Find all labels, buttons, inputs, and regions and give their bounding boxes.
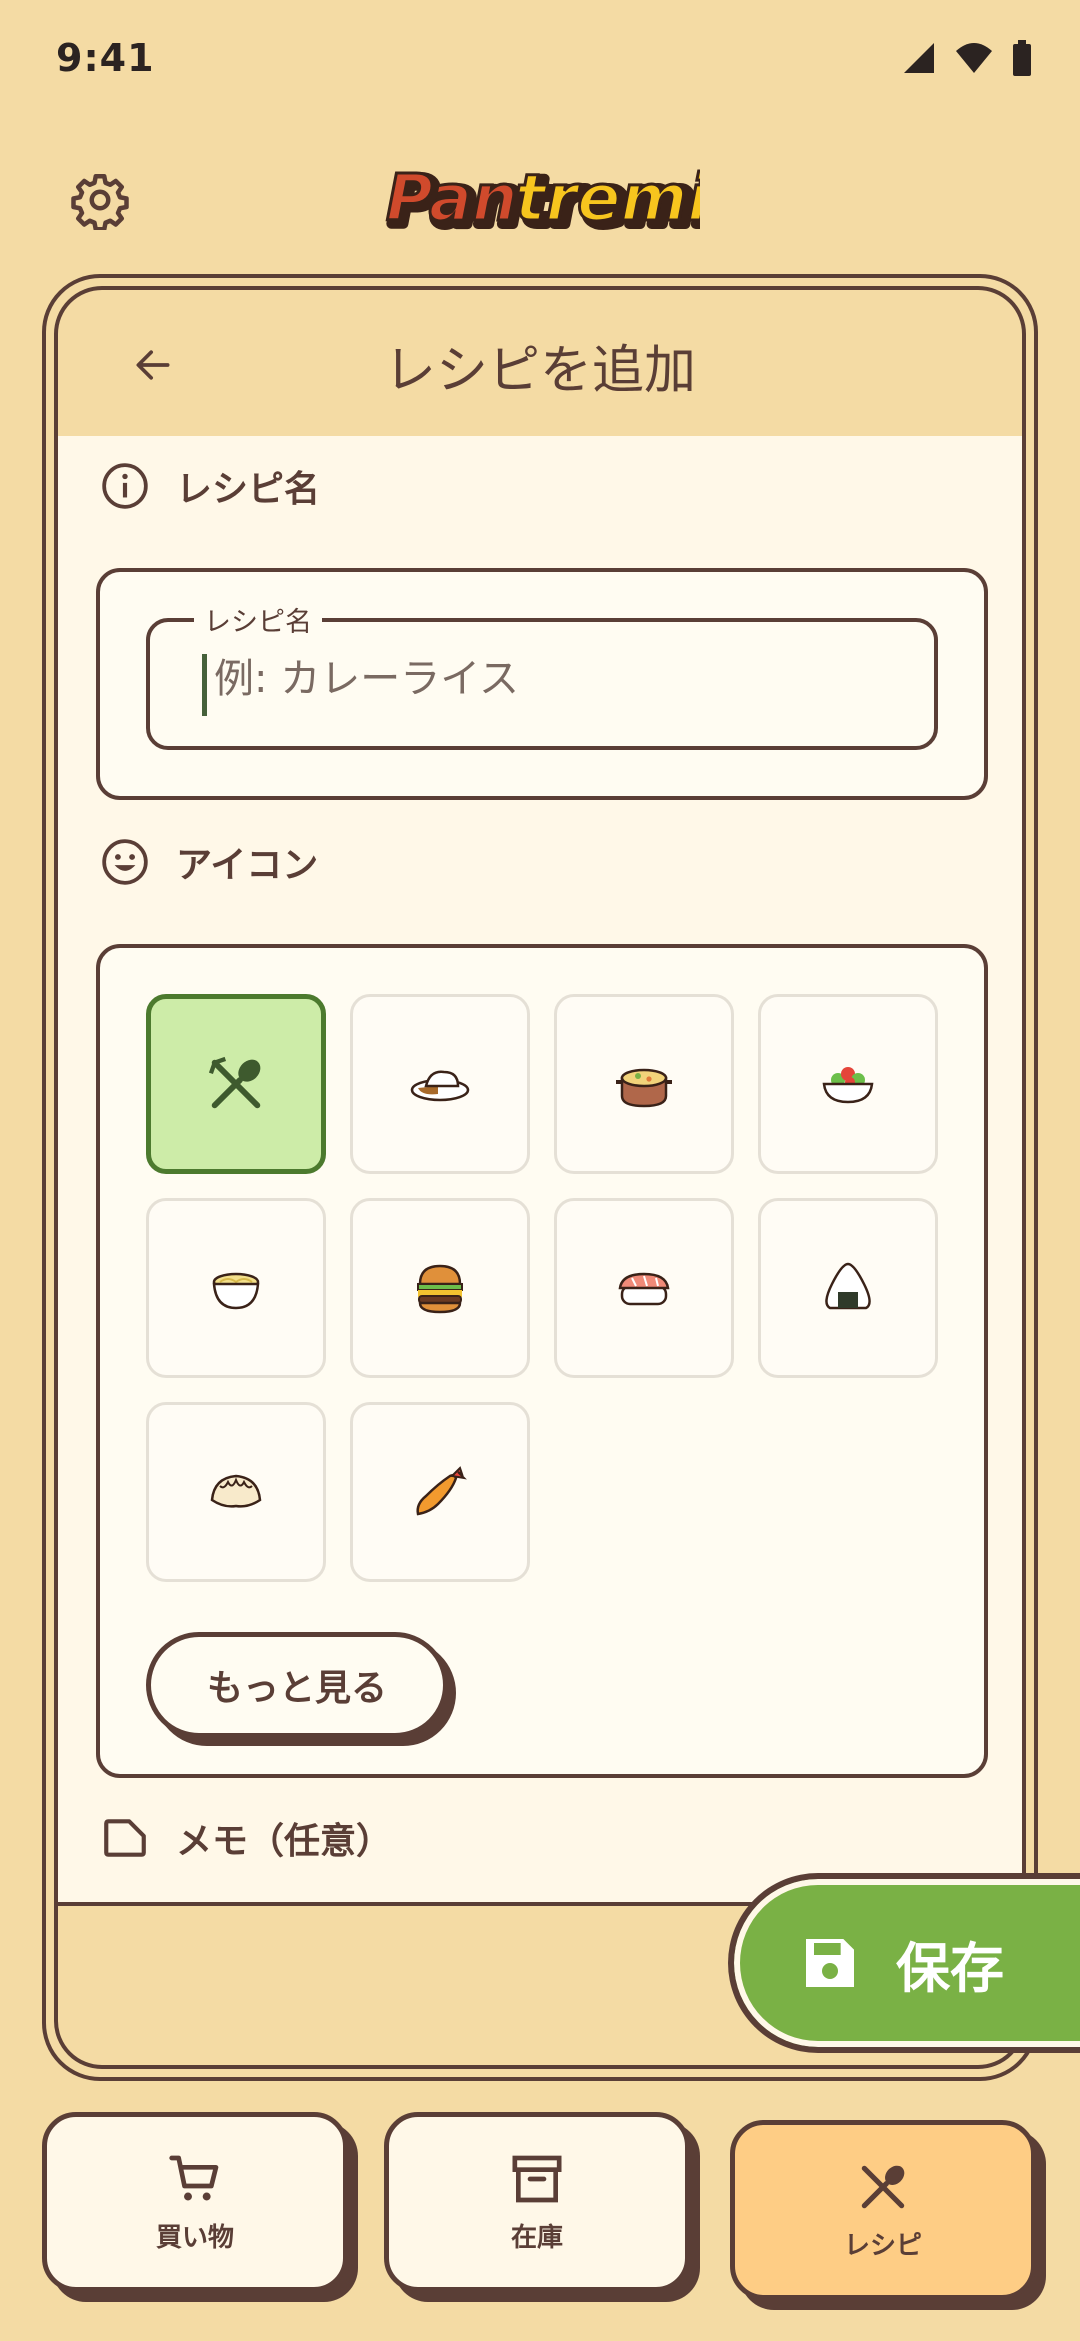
gyoza-icon: [210, 1474, 262, 1508]
page-title: レシピを追加: [383, 341, 696, 401]
recipe-name-section-label: レシピ名: [100, 460, 320, 512]
nav-label-inventory: 在庫: [510, 2222, 563, 2253]
memo-label: メモ（任意）: [176, 1821, 393, 1862]
text-cursor: [202, 654, 207, 716]
archive-icon: [512, 2155, 562, 2202]
info-icon: [102, 463, 148, 509]
save-label: 保存: [896, 1936, 1004, 2000]
signal-icon: [904, 43, 934, 73]
save-icon: [806, 1939, 854, 1987]
icon-label: アイコン: [176, 845, 319, 886]
hamburger-icon: [417, 1264, 463, 1314]
onigiri-icon: [825, 1262, 871, 1310]
note-icon: [104, 1819, 146, 1857]
icon-option-fried-shrimp[interactable]: [350, 1402, 530, 1582]
recipe-name-label: レシピ名: [176, 469, 321, 510]
app-logo: Pantremix Pan tremix: [380, 150, 764, 250]
icon-picker-panel: もっと見る: [96, 944, 988, 1778]
battery-icon: [1013, 40, 1031, 76]
wifi-icon: [956, 43, 992, 73]
nav-label-shopping: 買い物: [155, 2222, 234, 2253]
memo-section-label: メモ（任意）: [100, 1812, 392, 1864]
nav-item-shopping[interactable]: 買い物: [42, 2112, 348, 2292]
nav-label-recipe: レシピ: [843, 2230, 922, 2261]
recipe-name-panel: レシピ名: [96, 568, 988, 800]
nav-item-recipe[interactable]: レシピ: [730, 2120, 1036, 2300]
show-more-button[interactable]: もっと見る: [146, 1632, 448, 1738]
nav-item-inventory[interactable]: 在庫: [384, 2112, 690, 2292]
icon-option-fork-and-spoon[interactable]: [146, 994, 326, 1174]
cart-icon: [169, 2155, 219, 2200]
gear-icon: [71, 174, 129, 230]
icon-option-curry-rice[interactable]: [350, 994, 530, 1174]
salad-icon: [822, 1067, 874, 1104]
icon-option-onigiri[interactable]: [758, 1198, 938, 1378]
settings-button[interactable]: [66, 166, 134, 234]
status-time: 9:41: [56, 36, 155, 80]
ramen-icon: [212, 1272, 260, 1310]
svg-text:Pan: Pan: [386, 162, 518, 236]
icon-option-hamburger[interactable]: [350, 1198, 530, 1378]
fork-and-spoon-icon: [208, 1056, 261, 1109]
icon-option-stew[interactable]: [554, 994, 734, 1174]
recipe-name-input[interactable]: [214, 656, 914, 702]
status-icons: [902, 40, 1032, 76]
card-header: レシピを追加: [58, 290, 1022, 436]
sushi-icon: [618, 1272, 670, 1306]
icon-section-label: アイコン: [100, 836, 318, 888]
icon-option-gyoza[interactable]: [146, 1402, 326, 1582]
recipe-name-field-label: レシピ名: [194, 600, 322, 639]
fork-spoon-icon: [861, 2165, 905, 2208]
icon-option-ramen[interactable]: [146, 1198, 326, 1378]
add-recipe-card: レシピを追加 レシピ名 レシピ名 アイコン: [54, 286, 1026, 2069]
curry-rice-icon: [410, 1070, 470, 1102]
icon-grid: [146, 994, 938, 1582]
fried-shrimp-icon: [416, 1466, 467, 1516]
icon-option-sushi[interactable]: [554, 1198, 734, 1378]
recipe-name-field[interactable]: レシピ名: [146, 600, 938, 750]
smiley-icon: [102, 839, 148, 885]
stew-icon: [616, 1068, 672, 1108]
save-button[interactable]: 保存: [728, 1873, 1080, 2053]
svg-text:tremix: tremix: [515, 162, 700, 236]
icon-option-salad[interactable]: [758, 994, 938, 1174]
form-content[interactable]: レシピ名 レシピ名 アイコン: [58, 436, 1022, 1906]
